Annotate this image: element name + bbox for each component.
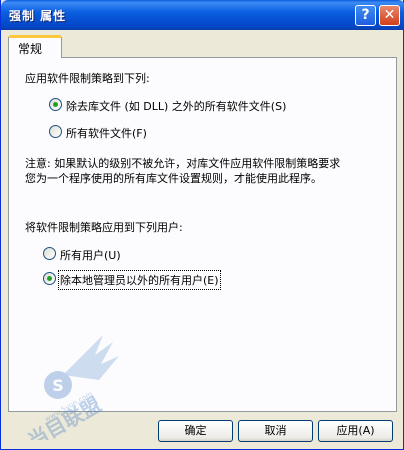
watermark-text: 当目联盟 <box>24 392 105 440</box>
tab-general[interactable]: 常规 <box>8 35 62 58</box>
apply-button[interactable]: 应用(A) <box>318 420 393 442</box>
cancel-button[interactable]: 取消 <box>238 420 313 442</box>
help-button[interactable]: ? <box>355 5 376 26</box>
radio-except-admins-label[interactable]: 除本地管理员以外的所有用户(E) <box>58 270 221 290</box>
radio-all-users[interactable] <box>43 247 56 260</box>
radio-all-files-label[interactable]: 所有软件文件(F) <box>66 125 147 141</box>
apply-to-users-heading: 将软件限制策略应用到下列用户: <box>25 221 183 234</box>
properties-dialog: 强制 属性 ? ✕ 常规 应用软件限制策略到下列: 除去库文件 (如 DLL) … <box>0 0 404 450</box>
radio-all-files[interactable] <box>49 125 62 138</box>
title-bar: 强制 属性 ? ✕ <box>1 0 404 30</box>
watermark-logo: S 当目联盟 www.5yun.com <box>3 330 133 450</box>
apply-to-files-heading: 应用软件限制策略到下列: <box>25 72 150 85</box>
note-line-2: 您为一个程序使用的所有库文件设置规则，才能使用此程序。 <box>25 172 322 185</box>
radio-except-libraries[interactable] <box>49 98 62 111</box>
tab-general-label: 常规 <box>18 42 43 56</box>
note-line-1: 注意: 如果默认的级别不被允许，对库文件应用软件限制策略要求 <box>25 157 341 170</box>
radio-all-users-label[interactable]: 所有用户(U) <box>60 247 121 263</box>
svg-text:S: S <box>52 376 64 395</box>
help-icon: ? <box>361 7 370 23</box>
radio-except-libraries-label[interactable]: 除去库文件 (如 DLL) 之外的所有软件文件(S) <box>66 98 286 114</box>
close-icon: ✕ <box>383 7 396 23</box>
close-button[interactable]: ✕ <box>379 5 400 26</box>
window-title: 强制 属性 <box>9 9 67 23</box>
ok-button[interactable]: 确定 <box>158 420 233 442</box>
radio-except-admins[interactable] <box>43 272 56 285</box>
